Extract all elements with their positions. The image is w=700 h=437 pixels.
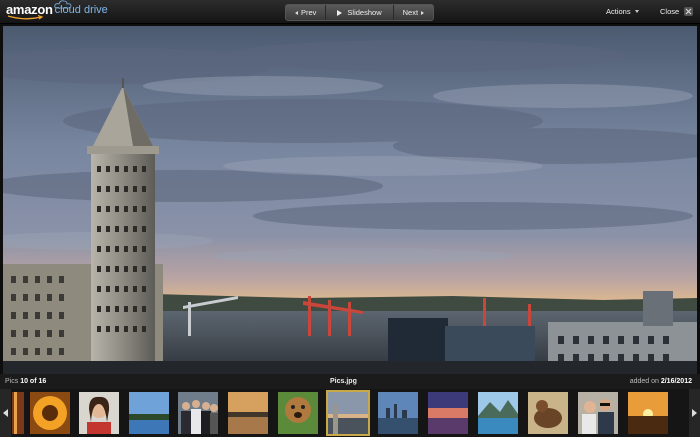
photo-added-date: added on 2/16/2012 — [630, 374, 692, 389]
thumb-sunflower[interactable] — [30, 392, 70, 434]
photo-filename: Pics.jpg — [330, 378, 357, 385]
count-text: 10 of 16 — [20, 378, 47, 385]
navigation-button-group: Prev Slideshow Next — [285, 4, 435, 21]
slideshow-button[interactable]: Slideshow — [325, 5, 392, 20]
cloud-icon — [54, 0, 72, 9]
thumb-dog[interactable] — [278, 392, 318, 434]
filmstrip — [0, 389, 700, 437]
filmstrip-scroll-right-button[interactable] — [689, 389, 700, 437]
added-date: 2/16/2012 — [660, 378, 692, 385]
actions-menu-button[interactable]: Actions — [606, 7, 639, 16]
amazon-smile-icon — [7, 15, 44, 20]
slideshow-label: Slideshow — [347, 8, 382, 17]
thumb-couple[interactable] — [578, 392, 618, 434]
thumb-purple-sunset[interactable] — [428, 392, 468, 434]
top-bar: amazon cloud drive Prev Slideshow Next A… — [0, 0, 700, 24]
chevron-right-icon — [421, 10, 425, 15]
thumb-partial[interactable] — [12, 392, 24, 434]
photo-info-bar: Pics 10 of 16 Pics.jpg added on 2/16/201… — [0, 374, 700, 389]
next-button[interactable]: Next — [392, 5, 433, 20]
play-icon — [337, 9, 343, 16]
thumb-lake-mountains[interactable] — [478, 392, 518, 434]
photo-count: Pics 10 of 16 — [5, 374, 46, 389]
filmstrip-scroll-left-button[interactable] — [0, 389, 11, 437]
thumb-orange-sunset[interactable] — [628, 392, 668, 434]
chevron-down-icon — [634, 10, 639, 13]
prev-label: Prev — [301, 8, 317, 17]
thumb-girl-portrait[interactable] — [79, 392, 119, 434]
actions-label: Actions — [606, 7, 631, 16]
chevron-left-icon — [295, 10, 298, 15]
thumb-dog-grass[interactable] — [528, 392, 568, 434]
close-icon — [684, 7, 694, 16]
added-prefix: added on — [629, 378, 659, 385]
amazon-cloud-drive-logo[interactable]: amazon cloud drive — [6, 0, 108, 21]
prev-button[interactable]: Prev — [286, 5, 325, 20]
close-label: Close — [660, 7, 680, 16]
count-prefix: Pics — [5, 378, 19, 385]
thumb-lake[interactable] — [129, 392, 169, 434]
thumb-group-people[interactable] — [178, 392, 218, 434]
thumb-city-skyline[interactable] — [378, 392, 418, 434]
main-photo[interactable] — [3, 26, 697, 374]
photo-image — [3, 26, 697, 374]
next-label: Next — [402, 8, 419, 17]
close-button[interactable]: Close — [660, 7, 694, 16]
thumb-sunset-water[interactable] — [228, 392, 268, 434]
thumb-seattle-skyline[interactable] — [326, 390, 370, 436]
